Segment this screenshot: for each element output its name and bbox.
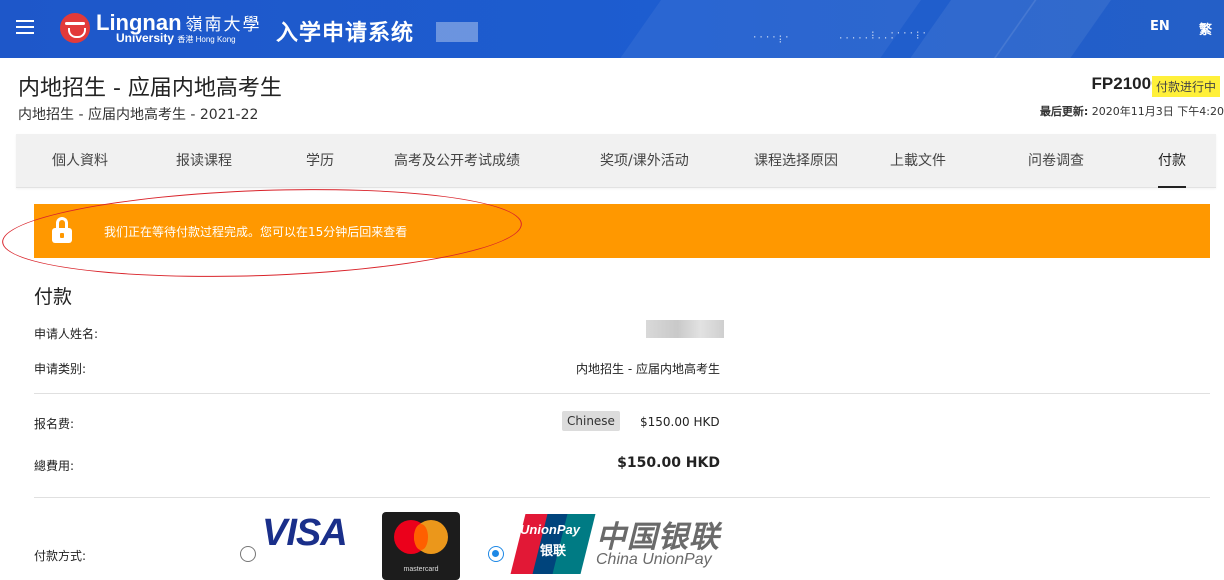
fee-label: 报名费: xyxy=(34,417,75,431)
tab-awards-activities[interactable]: 奖项/课外活动 xyxy=(600,134,689,188)
tab-bar: 個人資料 报读课程 学历 高考及公开考试成绩 奖项/课外活动 课程选择原因 上載… xyxy=(16,134,1216,188)
tab-programmes[interactable]: 报读课程 xyxy=(176,134,232,188)
total-label: 總費用: xyxy=(34,459,75,473)
last-update: 最后更新: 2020年11月3日 下午4:20 xyxy=(1040,103,1224,119)
unionpay-logo[interactable]: UnionPay 银联 xyxy=(510,514,596,574)
lang-en-button[interactable]: EN xyxy=(1150,19,1170,34)
category-value: 内地招生 - 应届内地高考生 xyxy=(576,362,720,376)
tab-exam-results[interactable]: 高考及公开考试成绩 xyxy=(394,134,520,188)
category-label: 申请类别: xyxy=(34,362,87,376)
payment-method-label: 付款方式: xyxy=(34,549,87,563)
visa-mastercard-radio[interactable] xyxy=(240,546,256,562)
tab-personal-info[interactable]: 個人資料 xyxy=(52,134,108,188)
divider xyxy=(34,393,1210,394)
logo-sub: University xyxy=(116,31,175,45)
system-title: 入学申请系统 xyxy=(276,21,415,46)
tab-questionnaire[interactable]: 问卷调查 xyxy=(1028,134,1084,188)
tab-upload-documents[interactable]: 上載文件 xyxy=(890,134,946,188)
payment-pending-alert: 我们正在等待付款过程完成。您可以在15分钟后回来查看 xyxy=(34,204,1210,258)
applicant-name-redacted xyxy=(646,320,724,338)
page-title: 内地招生 - 应届内地高考生 xyxy=(18,76,282,101)
section-title: 付款 xyxy=(34,286,73,308)
dots-decoration: : ····:· ········· · xyxy=(838,29,928,44)
status-badge: 付款进行中 xyxy=(1151,76,1220,97)
tab-programme-reasons[interactable]: 课程选择原因 xyxy=(754,134,838,188)
logo-sub-small: 香港 Hong Kong xyxy=(177,35,236,44)
lock-icon xyxy=(52,217,72,243)
page-subtitle: 内地招生 - 应届内地高考生 - 2021-22 xyxy=(18,107,259,123)
hamburger-menu-icon[interactable] xyxy=(16,20,34,34)
divider xyxy=(34,497,1210,498)
unionpay-logo-cn: 银联 xyxy=(540,544,567,559)
unionpay-en-text: China UnionPay xyxy=(596,551,712,568)
mastercard-text: mastercard xyxy=(403,566,439,573)
total-value: $150.00 HKD xyxy=(617,455,720,471)
unionpay-cn-text: 中国银联 xyxy=(596,520,720,555)
top-app-bar: ····:· · : ····:· ········· · Lingnan 嶺南大學… xyxy=(0,0,1224,58)
applicant-name-label: 申请人姓名: xyxy=(34,327,99,341)
tab-education[interactable]: 学历 xyxy=(306,134,334,188)
mastercard-logo[interactable]: mastercard xyxy=(382,512,460,580)
tab-payment[interactable]: 付款 xyxy=(1158,134,1186,188)
unionpay-logo-text: UnionPay xyxy=(520,522,580,537)
fee-type-chip: Chinese xyxy=(562,411,620,431)
lang-tc-button[interactable]: 繁 xyxy=(1199,19,1212,38)
alert-message: 我们正在等待付款过程完成。您可以在15分钟后回来查看 xyxy=(104,225,408,239)
redacted-block xyxy=(436,22,478,42)
last-update-label: 最后更新: xyxy=(1039,105,1089,118)
fee-value: $150.00 HKD xyxy=(640,415,720,429)
last-update-value: 2020年11月3日 下午4:20 xyxy=(1091,105,1224,118)
visa-logo[interactable]: VISA xyxy=(262,512,348,555)
lingnan-emblem-icon xyxy=(60,13,90,43)
dots-decoration: ····:· · xyxy=(752,33,791,48)
unionpay-radio[interactable] xyxy=(488,546,504,562)
lingnan-logo[interactable]: Lingnan 嶺南大學 University 香港 Hong Kong xyxy=(60,10,262,46)
